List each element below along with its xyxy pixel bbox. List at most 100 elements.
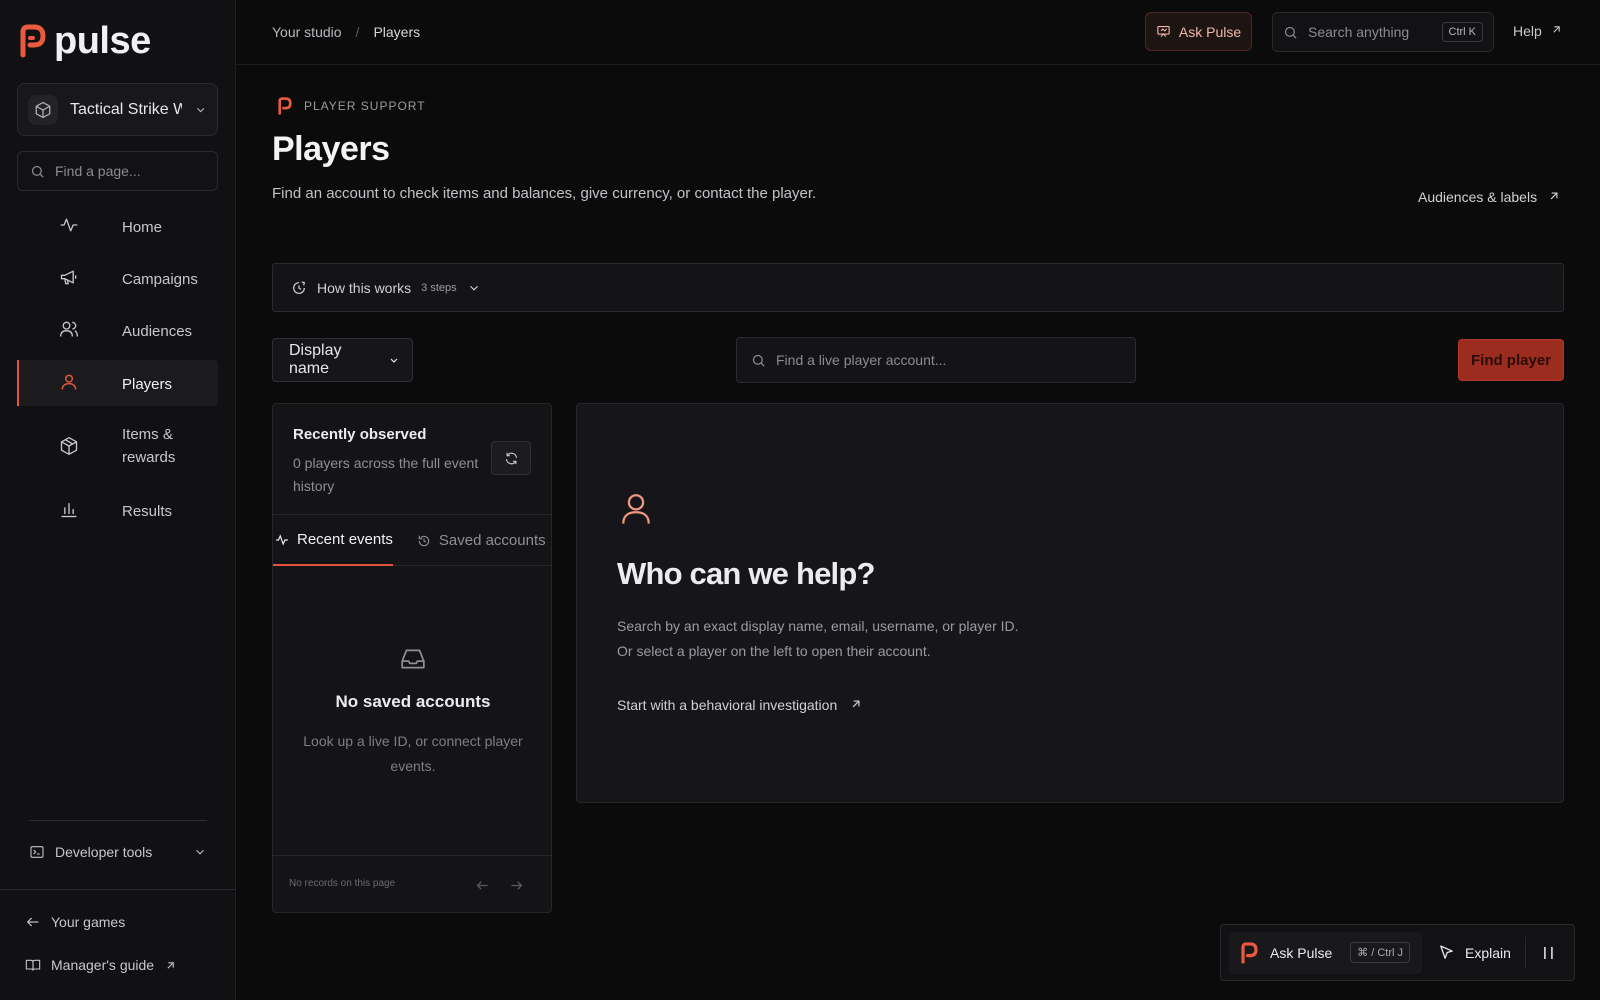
sidebar-divider [0, 889, 236, 890]
empty-state-title: Who can we help? [617, 556, 875, 591]
user-icon [61, 374, 77, 390]
search-icon [1284, 26, 1297, 39]
breadcrumb-studio[interactable]: Your studio [272, 24, 342, 40]
how-this-works-toggle[interactable]: How this works 3 steps [272, 263, 1564, 312]
workspace-name: Tactical Strike W [70, 100, 182, 118]
external-link-icon [167, 961, 174, 969]
next-page-button[interactable] [501, 871, 531, 899]
page-description: Find an account to check items and balan… [272, 185, 817, 202]
sidebar-nav: Home Campaigns Audiences Players Items &… [17, 201, 218, 537]
search-icon [752, 354, 765, 367]
presentation-icon [1157, 25, 1170, 37]
player-search-input[interactable] [776, 352, 1116, 368]
explain-label: Explain [1465, 944, 1511, 961]
external-link-icon [1550, 192, 1558, 200]
pause-icon[interactable] [1542, 945, 1556, 961]
search-shortcut-badge: Ctrl K [1441, 22, 1483, 42]
arrow-left-icon [26, 917, 39, 927]
dock-ask-label: Ask Pulse [1270, 944, 1333, 961]
tab-recent-events[interactable]: Recent events [273, 515, 393, 566]
your-games-label: Your games [51, 914, 126, 930]
workspace-switcher[interactable]: Tactical Strike W [17, 83, 218, 136]
developer-tools-label: Developer tools [55, 844, 153, 860]
external-link-icon [1553, 26, 1560, 33]
your-games-link[interactable]: Your games [25, 914, 125, 930]
section-eyebrow: PLAYER SUPPORT [278, 97, 426, 115]
inbox-icon [401, 649, 425, 669]
find-player-button[interactable]: Find player [1458, 339, 1564, 381]
player-detail-panel: Who can we help? Search by an exact disp… [576, 403, 1564, 803]
page-search [17, 151, 218, 191]
sidebar: pulse Tactical Strike W Home Campaigns A… [0, 0, 236, 1000]
pulse-logo-icon [20, 24, 46, 58]
sidebar-divider [29, 820, 207, 821]
page-title: Players [272, 130, 390, 168]
cube-icon [28, 94, 58, 125]
tab-saved-accounts[interactable]: Saved accounts [415, 515, 548, 566]
sidebar-item-label: Results [122, 503, 173, 520]
prev-page-button[interactable] [467, 871, 497, 899]
chevron-down-icon [469, 285, 478, 291]
pulse-logo-icon [278, 97, 292, 115]
eyebrow-label: PLAYER SUPPORT [304, 99, 426, 113]
breadcrumb: Your studio / Players [272, 24, 420, 40]
sidebar-item-players[interactable]: Players [17, 360, 218, 406]
users-icon [60, 321, 78, 337]
search-by-select[interactable]: Display name [272, 338, 413, 382]
user-icon [622, 494, 650, 524]
sidebar-item-campaigns[interactable]: Campaigns [17, 253, 218, 305]
brand-logo[interactable]: pulse [20, 22, 151, 60]
sidebar-item-label: Audiences [122, 323, 193, 340]
empty-state-title: No saved accounts [335, 692, 491, 711]
help-link[interactable]: Help [1513, 23, 1563, 39]
behavioral-investigation-link[interactable]: Start with a behavioral investigation [617, 697, 863, 713]
empty-state-description: Search by an exact display name, email, … [617, 618, 1019, 659]
refresh-icon [505, 452, 517, 464]
sidebar-item-label: Players [122, 376, 173, 393]
global-search-placeholder: Search anything [1308, 24, 1410, 40]
managers-guide-label: Manager's guide [51, 957, 155, 973]
chevron-down-icon [196, 107, 205, 112]
sidebar-item-label: Campaigns [122, 271, 198, 288]
pagination-status: No records on this page [289, 878, 396, 889]
recently-observed-panel: Recently observed 0 players across the f… [272, 403, 552, 913]
page-search-input[interactable] [55, 163, 205, 179]
dock-ask-pulse-button[interactable]: Ask Pulse ⌘ / Ctrl J [1229, 931, 1422, 974]
dock-divider [1524, 936, 1526, 969]
chevron-down-icon [390, 358, 398, 363]
top-header: Your studio / Players Ask Pulse Search a… [236, 0, 1600, 65]
breadcrumb-separator: / [355, 24, 360, 40]
panel-title: Recently observed [293, 426, 427, 443]
sidebar-item-audiences[interactable]: Audiences [17, 305, 218, 357]
assistant-dock: Ask Pulse ⌘ / Ctrl J Explain [1220, 924, 1575, 981]
refresh-clock-icon [293, 280, 306, 294]
pulse-logo-icon [1241, 941, 1258, 964]
panel-subtitle: 0 players across the full event history [293, 455, 479, 494]
arrow-right-icon [511, 880, 522, 890]
chevron-down-icon [196, 849, 204, 855]
panel-tabs: Recent events Saved accounts [273, 514, 551, 566]
dock-shortcut-badge: ⌘ / Ctrl J [1350, 942, 1410, 963]
search-by-value: Display name [289, 342, 342, 377]
audiences-labels-link[interactable]: Audiences & labels [1418, 189, 1561, 205]
search-icon [31, 165, 44, 178]
managers-guide-link[interactable]: Manager's guide [25, 957, 177, 973]
sidebar-item-items-rewards[interactable]: Items & rewards [17, 409, 218, 485]
empty-state-description: Look up a live ID, or connect player eve… [303, 733, 523, 774]
activity-icon [60, 218, 78, 232]
sidebar-item-results[interactable]: Results [17, 485, 218, 537]
explain-button[interactable]: Explain [1438, 944, 1511, 961]
global-search[interactable]: Search anything Ctrl K [1272, 12, 1494, 52]
developer-tools-toggle[interactable]: Developer tools [29, 844, 207, 860]
ask-pulse-label: Ask Pulse [1178, 23, 1242, 40]
external-link-icon [852, 700, 860, 708]
audiences-labels-label: Audiences & labels [1418, 189, 1538, 205]
refresh-button[interactable] [491, 441, 531, 475]
cursor-pointer-icon [1440, 945, 1453, 959]
megaphone-icon [60, 270, 77, 285]
breadcrumb-current: Players [373, 24, 421, 40]
sidebar-item-label: Items & rewards [122, 426, 176, 466]
ask-pulse-button[interactable]: Ask Pulse [1145, 12, 1252, 51]
tab-label: Saved accounts [438, 532, 546, 549]
sidebar-item-home[interactable]: Home [17, 201, 218, 253]
